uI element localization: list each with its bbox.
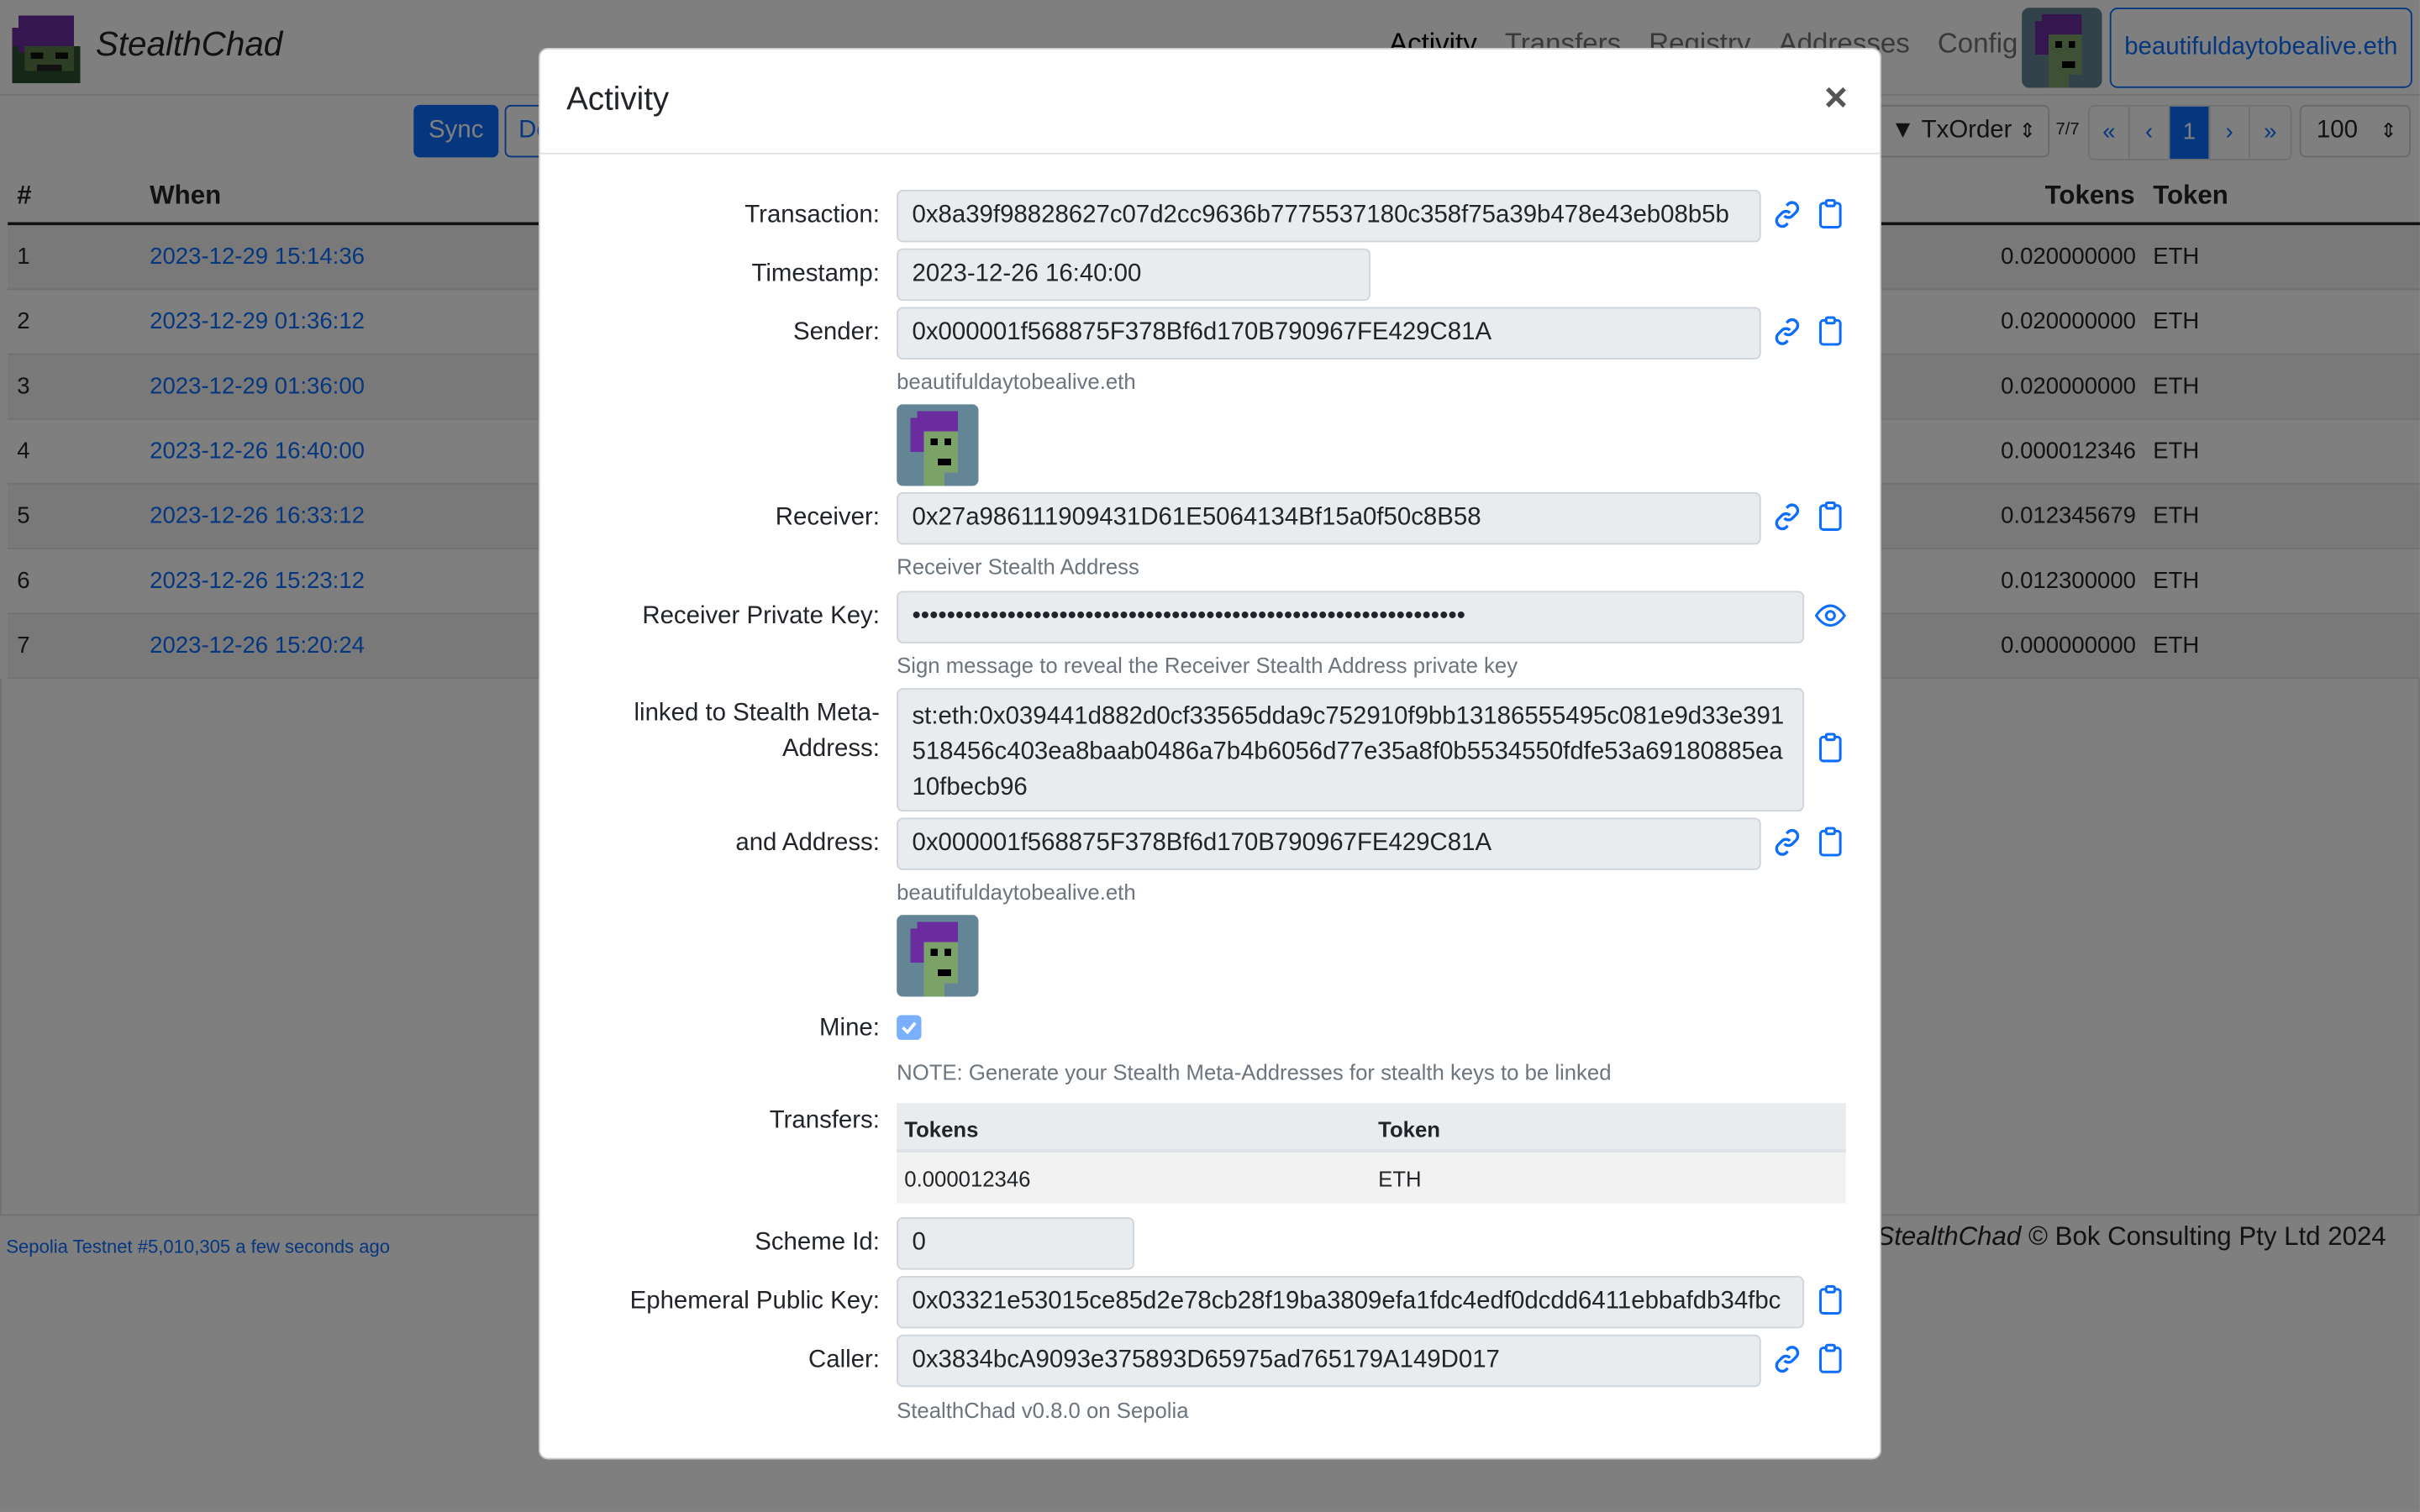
timestamp-field[interactable]: 2023-12-26 16:40:00 bbox=[897, 248, 1370, 302]
scheme-id-label: Scheme Id: bbox=[755, 1229, 880, 1257]
modal-header: Activity × bbox=[539, 50, 1881, 155]
clipboard-icon[interactable] bbox=[1813, 826, 1847, 859]
sender-avatar bbox=[897, 404, 979, 486]
clipboard-icon[interactable] bbox=[1813, 197, 1847, 231]
link-icon[interactable] bbox=[1770, 500, 1804, 533]
transfers-col-token: Token bbox=[1378, 1116, 1441, 1142]
link-icon[interactable] bbox=[1770, 826, 1804, 859]
link-icon[interactable] bbox=[1770, 197, 1804, 231]
caller-field[interactable]: 0x3834bcA9093e375893D65975ad765179A149D0… bbox=[897, 1334, 1761, 1388]
receiver-private-key-hint: Sign message to reveal the Receiver Stea… bbox=[897, 652, 1518, 678]
link-icon[interactable] bbox=[1770, 315, 1804, 349]
and-address-field[interactable]: 0x000001f568875F378Bf6d170B790967FE429C8… bbox=[897, 817, 1761, 870]
and-address-ens: beautifuldaytobealive.eth bbox=[897, 879, 1136, 905]
caller-label: Caller: bbox=[808, 1347, 880, 1373]
stealth-meta-address-label: linked to Stealth Meta-Address: bbox=[634, 700, 880, 763]
clipboard-icon[interactable] bbox=[1813, 500, 1847, 533]
scheme-id-field[interactable]: 0 bbox=[897, 1217, 1134, 1270]
ephemeral-public-key-field[interactable]: 0x03321e53015ce85d2e78cb28f19ba3809efa1f… bbox=[897, 1275, 1805, 1329]
sender-label: Sender: bbox=[792, 319, 880, 346]
mine-note: NOTE: Generate your Stealth Meta-Address… bbox=[897, 1059, 1612, 1085]
receiver-field[interactable]: 0x27a986111909431D61E5064134Bf15a0f50c8B… bbox=[897, 491, 1761, 545]
transfer-token: ETH bbox=[1378, 1166, 1422, 1191]
mine-checkbox[interactable] bbox=[897, 1015, 922, 1040]
table-row: 0.000012346 ETH bbox=[897, 1152, 1846, 1204]
clipboard-icon[interactable] bbox=[1813, 1284, 1847, 1317]
and-address-avatar bbox=[897, 915, 979, 997]
transfer-tokens: 0.000012346 bbox=[904, 1166, 1031, 1191]
receiver-label: Receiver: bbox=[775, 504, 880, 531]
stealth-meta-address-textarea[interactable]: st:eth:0x039441d882d0cf33565dda9c752910f… bbox=[897, 688, 1805, 812]
transfers-table: Tokens Token 0.000012346 ETH bbox=[897, 1103, 1846, 1204]
receiver-hint: Receiver Stealth Address bbox=[897, 554, 1139, 579]
transfers-col-tokens: Tokens bbox=[904, 1116, 979, 1142]
activity-modal: Activity × Transaction: 0x8a39f98828627c… bbox=[539, 47, 1881, 1460]
clipboard-icon[interactable] bbox=[1813, 732, 1847, 765]
close-icon[interactable]: × bbox=[1824, 77, 1848, 118]
clipboard-icon[interactable] bbox=[1813, 1342, 1847, 1376]
clipboard-icon[interactable] bbox=[1813, 315, 1847, 349]
receiver-private-key-label: Receiver Private Key: bbox=[642, 603, 880, 630]
caller-version: StealthChad v0.8.0 on Sepolia bbox=[897, 1398, 1189, 1423]
eye-icon[interactable] bbox=[1813, 599, 1847, 633]
mine-label: Mine: bbox=[819, 1015, 880, 1042]
modal-title: Activity bbox=[566, 81, 670, 118]
receiver-private-key-field[interactable]: ••••••••••••••••••••••••••••••••••••••••… bbox=[897, 591, 1805, 643]
sender-field[interactable]: 0x000001f568875F378Bf6d170B790967FE429C8… bbox=[897, 307, 1761, 360]
timestamp-label: Timestamp: bbox=[751, 260, 880, 287]
transaction-field[interactable]: 0x8a39f98828627c07d2cc9636b7775537180c35… bbox=[897, 189, 1761, 243]
link-icon[interactable] bbox=[1770, 1342, 1804, 1376]
transfers-table-header: Tokens Token bbox=[897, 1103, 1846, 1153]
ephemeral-public-key-label: Ephemeral Public Key: bbox=[629, 1288, 880, 1315]
transaction-label: Transaction: bbox=[744, 202, 880, 228]
and-address-label: and Address: bbox=[735, 830, 880, 857]
transfers-label: Transfers: bbox=[769, 1107, 880, 1134]
sender-ens: beautifuldaytobealive.eth bbox=[897, 368, 1136, 394]
